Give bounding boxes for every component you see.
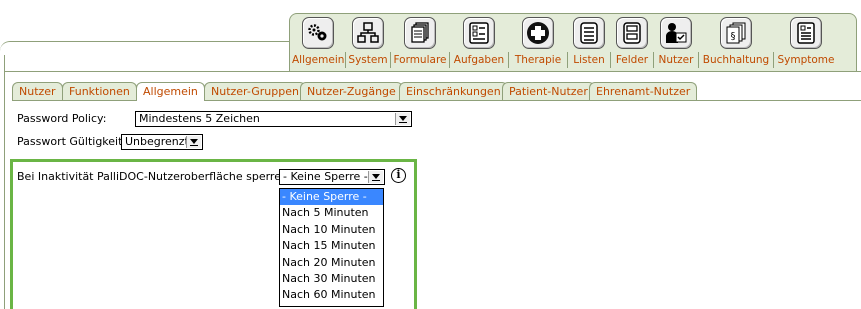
chevron-down-icon [186,136,201,148]
forms-icon [404,17,436,49]
toolbar-nutzer-button[interactable]: Nutzer [655,14,697,72]
toolbar-separator [610,52,611,68]
inactivity-value: - Keine Sperre - [283,170,368,183]
toolbar-separator [449,52,450,68]
dropdown-option[interactable]: Nach 5 Minuten [280,205,383,221]
password-policy-value: Mindestens 5 Zeichen [139,112,260,125]
checklist-icon [463,17,495,49]
svg-text:§: § [731,31,736,42]
password-validity-select[interactable]: Unbegrenzt [121,134,203,150]
toolbar-therapie-button[interactable]: Therapie [510,14,566,72]
toolbar-item-label: Listen [573,54,605,66]
frame-border-left [4,55,5,309]
tab-funktionen[interactable]: Funktionen [62,82,137,100]
toolbar-item-label: Therapie [514,54,562,66]
toolbar-item-label: Nutzer [658,54,694,66]
tab-patient-nutzer[interactable]: Patient-Nutzer [502,82,595,100]
toolbar-symptome-button[interactable]: Symptome [775,14,837,72]
tab-nutzer-gruppen[interactable]: Nutzer-Gruppen [204,82,306,100]
toolbar-separator [773,52,774,68]
tab-allgemein[interactable]: Allgemein [136,82,205,101]
chevron-down-icon [368,171,383,183]
dropdown-option[interactable]: Nach 30 Minuten [280,271,383,287]
paragraph-documents-icon: § [720,17,752,49]
toolbar-system-button[interactable]: System [347,14,389,72]
toolbar-separator [698,52,699,68]
password-policy-label: Password Policy: [17,112,107,125]
dropdown-option[interactable]: Nach 20 Minuten [280,255,383,271]
toolbar-item-label: Buchhaltung [702,54,770,66]
tab-nutzer-zugaenge[interactable]: Nutzer-Zugänge [300,82,403,100]
inactivity-dropdown-list: - Keine Sperre - Nach 5 Minuten Nach 10 … [279,188,384,307]
network-icon [352,17,384,49]
password-policy-select[interactable]: Mindestens 5 Zeichen [135,111,412,127]
toolbar-item-label: System [348,54,388,66]
toolbar-buchhaltung-button[interactable]: § Buchhaltung [700,14,772,72]
password-validity-label: Passwort Gültigkeit: [17,135,127,148]
fields-icon [616,17,648,49]
toolbar-aufgaben-button[interactable]: Aufgaben [451,14,507,72]
medical-cross-icon [522,17,554,49]
toolbar-separator [345,52,346,68]
toolbar-separator [390,52,391,68]
toolbar-item-label: Aufgaben [453,54,505,66]
toolbar-separator [567,52,568,68]
chevron-down-icon [395,113,410,125]
user-icon [660,17,692,49]
dropdown-option[interactable]: Nach 15 Minuten [280,238,383,254]
main-toolbar: Allgemein System Formulare Aufgaben Ther… [289,13,857,71]
info-icon[interactable]: i [391,168,406,183]
toolbar-felder-button[interactable]: Felder [612,14,652,72]
tab-nutzer[interactable]: Nutzer [12,82,63,100]
inactivity-label: Bei Inaktivität PalliDOC-Nutzeroberfläch… [17,170,292,183]
tab-ehrenamt-nutzer[interactable]: Ehrenamt-Nutzer [589,82,698,100]
tab-einschraenkungen[interactable]: Einschränkungen [399,82,508,100]
inactivity-select[interactable]: - Keine Sperre - [279,169,385,185]
symptom-checklist-icon [790,17,822,49]
toolbar-separator [508,52,509,68]
password-validity-value: Unbegrenzt [125,135,189,148]
toolbar-separator [653,52,654,68]
toolbar-item-label: Felder [615,54,649,66]
toolbar-formulare-button[interactable]: Formulare [392,14,448,72]
content-frame [0,41,291,71]
dropdown-option[interactable]: Nach 10 Minuten [280,222,383,238]
toolbar-listen-button[interactable]: Listen [569,14,609,72]
gears-icon [302,17,334,49]
toolbar-allgemein-button[interactable]: Allgemein [292,14,344,72]
toolbar-item-label: Formulare [393,54,447,66]
toolbar-item-label: Allgemein [292,54,345,66]
dropdown-option[interactable]: - Keine Sperre - [280,189,383,206]
list-icon [573,17,605,49]
dropdown-option[interactable]: Nach 60 Minuten [280,287,383,303]
toolbar-item-label: Symptome [777,54,835,66]
